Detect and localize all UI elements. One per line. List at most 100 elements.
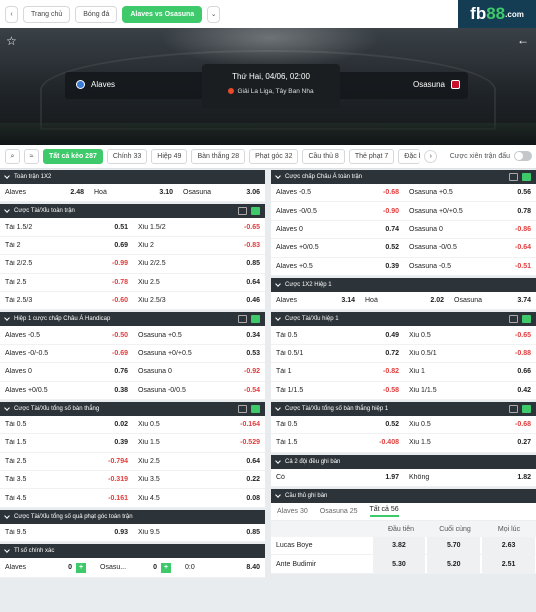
odds-cell[interactable]: Xỉu 2.5 0.64: [133, 274, 265, 291]
odds-cell[interactable]: Tài 3.5 -0.319: [0, 471, 133, 488]
odds-cell[interactable]: Tài 1 -0.82: [271, 363, 404, 380]
odds-cell[interactable]: Alaves 0 0.76: [0, 363, 133, 380]
section-header[interactable]: Cược Tài/Xỉu tổng số bàn thắng hiệp 1: [271, 401, 536, 416]
section-header[interactable]: Cược Tài/Xỉu toàn trận: [0, 204, 265, 219]
odds-cell[interactable]: Hoà 3.10: [89, 184, 178, 201]
parlay-toggle[interactable]: Cược xiên trận đấu: [450, 151, 532, 161]
list-view-icon[interactable]: [509, 315, 518, 324]
odds-cell[interactable]: Alaves 3.14: [271, 292, 360, 309]
star-icon[interactable]: ☆: [6, 34, 17, 48]
player-odds[interactable]: 3.82: [372, 537, 426, 555]
odds-cell[interactable]: Tài 1.5 -0.408: [271, 434, 404, 451]
odds-cell[interactable]: Xỉu 0.5 -0.65: [404, 326, 536, 343]
odds-cell[interactable]: Xỉu 1 0.66: [404, 363, 536, 380]
odds-cell[interactable]: Tài 2.5 -0.78: [0, 274, 133, 291]
odds-cell[interactable]: Osasuna -0/0.5 -0.64: [404, 239, 536, 256]
score-odds-cell[interactable]: 0:0 8.40: [180, 558, 265, 577]
search-icon[interactable]: ⌕: [5, 149, 20, 164]
subtab-osasuna[interactable]: Osasuna 25: [320, 508, 358, 515]
nav-home[interactable]: Trang chủ: [23, 5, 71, 23]
odds-cell[interactable]: Osasuna 0 -0.92: [133, 363, 265, 380]
odds-cell[interactable]: Xỉu 2 -0.83: [133, 237, 265, 254]
odds-cell[interactable]: Alaves -0.5 -0.50: [0, 326, 133, 343]
odds-cell[interactable]: Xỉu 1.5 -0.529: [133, 434, 265, 451]
section-header[interactable]: Toàn trận 1X2: [0, 170, 265, 184]
odds-cell[interactable]: Osasuna -0/0.5 -0.54: [133, 382, 265, 399]
odds-cell[interactable]: Tài 0.5 0.52: [271, 416, 404, 433]
section-header[interactable]: Cược chấp Châu Á toàn trận: [271, 170, 536, 184]
odds-cell[interactable]: Xỉu 9.5 0.85: [133, 524, 265, 541]
tab-cards[interactable]: Thẻ phạt 7: [348, 149, 395, 164]
odds-cell[interactable]: Xỉu 0.5/1 -0.88: [404, 345, 536, 362]
list-view-icon[interactable]: [238, 404, 247, 413]
grid-view-icon[interactable]: [251, 207, 260, 216]
logo[interactable]: fb 88 .com: [458, 0, 536, 28]
odds-cell[interactable]: Không 1.82: [404, 469, 536, 486]
section-header[interactable]: Cược Tài/Xỉu tổng số bàn thắng: [0, 401, 265, 416]
odds-cell[interactable]: Xỉu 2/2.5 0.85: [133, 255, 265, 272]
grid-view-icon[interactable]: [522, 315, 531, 324]
back-button[interactable]: ‹: [5, 5, 18, 23]
section-header[interactable]: Cược Tài/Xỉu tổng số quả phạt góc toàn t…: [0, 509, 265, 524]
odds-cell[interactable]: Osasuna +0.5 0.34: [133, 326, 265, 343]
grid-view-icon[interactable]: [522, 173, 531, 181]
subtab-alaves[interactable]: Alaves 30: [277, 508, 308, 515]
odds-cell[interactable]: Xỉu 1/1.5 0.42: [404, 382, 536, 399]
list-view-icon[interactable]: [509, 173, 518, 181]
odds-cell[interactable]: Tài 0.5 0.02: [0, 416, 133, 433]
odds-cell[interactable]: Xỉu 1.5/2 -0.65: [133, 218, 265, 235]
plus-icon[interactable]: +: [161, 562, 171, 573]
odds-cell[interactable]: Tài 2/2.5 -0.99: [0, 255, 133, 272]
subtab-all[interactable]: Tất cả 56: [369, 506, 399, 518]
tab-players[interactable]: Cầu thủ 8: [302, 149, 345, 164]
collapse-icon[interactable]: ≈: [24, 149, 39, 164]
odds-cell[interactable]: Xỉu 3.5 0.22: [133, 471, 265, 488]
section-header[interactable]: Cả 2 đội đều ghi bàn: [271, 454, 536, 469]
arrow-left-icon[interactable]: ←: [517, 33, 529, 47]
grid-view-icon[interactable]: [251, 404, 260, 413]
chevron-right-icon[interactable]: ›: [424, 150, 438, 163]
list-view-icon[interactable]: [509, 404, 518, 413]
grid-view-icon[interactable]: [251, 315, 260, 324]
tab-special[interactable]: Đặc b: [398, 149, 421, 164]
odds-cell[interactable]: Tài 0.5 0.49: [271, 326, 404, 343]
odds-cell[interactable]: Tài 1.5 0.39: [0, 434, 133, 451]
tab-main[interactable]: Chính 33: [106, 149, 148, 164]
odds-cell[interactable]: Osasuna 3.74: [449, 292, 536, 309]
odds-cell[interactable]: Alaves -0/-0.5 -0.69: [0, 345, 133, 362]
tab-half[interactable]: Hiệp 49: [151, 149, 188, 164]
chevron-down-icon[interactable]: ⌄: [207, 5, 221, 23]
tab-goals[interactable]: Bàn thắng 28: [191, 149, 246, 164]
list-view-icon[interactable]: [238, 207, 247, 216]
odds-cell[interactable]: Xỉu 0.5 -0.68: [404, 416, 536, 433]
odds-cell[interactable]: Tài 1.5/2 0.51: [0, 218, 133, 235]
odds-cell[interactable]: Hoà 2.02: [360, 292, 449, 309]
section-header[interactable]: Hiệp 1 cược chấp Châu Á Handicap: [0, 312, 265, 327]
list-view-icon[interactable]: [238, 315, 247, 324]
odds-cell[interactable]: Xỉu 2.5/3 0.46: [133, 292, 265, 309]
player-odds[interactable]: 2.63: [482, 537, 535, 555]
odds-cell[interactable]: Osasuna +0.5 0.56: [404, 184, 536, 201]
grid-view-icon[interactable]: [522, 404, 531, 413]
nav-football[interactable]: Bóng đá: [75, 5, 118, 23]
odds-cell[interactable]: Alaves +0/0.5 0.38: [0, 382, 133, 399]
odds-cell[interactable]: Tài 0.5/1 0.72: [271, 345, 404, 362]
odds-cell[interactable]: Xỉu 4.5 0.08: [133, 489, 265, 506]
odds-cell[interactable]: Alaves 2.48: [0, 184, 89, 201]
odds-cell[interactable]: Có 1.97: [271, 469, 404, 486]
odds-cell[interactable]: Tài 2.5 -0.794: [0, 453, 133, 470]
player-odds[interactable]: 5.20: [427, 555, 481, 573]
player-odds[interactable]: 2.51: [482, 555, 535, 573]
odds-cell[interactable]: Alaves +0/0.5 0.52: [271, 239, 404, 256]
tab-all[interactable]: Tất cả kèo 287: [43, 149, 103, 164]
odds-cell[interactable]: Alaves +0.5 0.39: [271, 258, 404, 275]
odds-cell[interactable]: Tài 9.5 0.93: [0, 524, 133, 541]
odds-cell[interactable]: Alaves -0.5 -0.68: [271, 184, 404, 201]
odds-cell[interactable]: Osasuna -0.5 -0.51: [404, 258, 536, 275]
odds-cell[interactable]: Osasuna 0 -0.86: [404, 221, 536, 238]
section-header[interactable]: Cầu thủ ghi bàn: [271, 489, 536, 504]
section-header[interactable]: Cược Tài/Xỉu hiệp 1: [271, 312, 536, 327]
section-header[interactable]: Cược 1X2 Hiệp 1: [271, 277, 536, 292]
odds-cell[interactable]: Tài 1/1.5 -0.58: [271, 382, 404, 399]
odds-cell[interactable]: Xỉu 2.5 0.64: [133, 453, 265, 470]
